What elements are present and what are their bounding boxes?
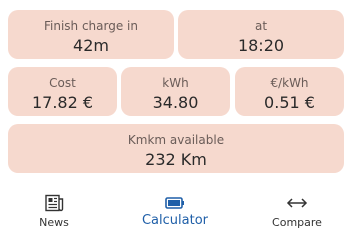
battery-icon [165,197,184,209]
nav-item-news[interactable]: News [14,182,94,240]
finish-time-card: at 18:20 [178,10,344,59]
nav-compare-label: Compare [272,216,322,229]
price-per-kwh-card: €/kWh 0.51 € [235,67,344,116]
finish-time-value: 18:20 [237,36,285,55]
nav-item-calculator[interactable]: Calculator [130,182,220,240]
price-per-kwh-label: €/kWh [270,76,309,90]
price-per-kwh-value: 0.51 € [264,93,315,112]
nav-item-compare[interactable]: Compare [257,182,337,240]
cost-card: Cost 17.82 € [8,67,117,116]
bottom-navigation: News Calculator Compare [0,182,350,240]
cost-label: Cost [49,76,76,90]
finish-charge-label: Finish charge in [43,19,138,33]
finish-charge-card: Finish charge in 42m [8,10,174,59]
km-available-card: Kmkm available 232 Km [8,124,344,173]
finish-time-label: at [254,19,268,33]
km-available-value: 232 Km [145,150,207,169]
nav-calculator-label: Calculator [141,213,208,228]
finish-charge-value: 42m [73,36,109,55]
kwh-value: 34.80 [152,93,199,112]
kwh-label: kWh [162,76,189,90]
cost-value: 17.82 € [31,93,94,112]
km-available-label: Kmkm available [127,133,225,147]
compare-arrows-icon [286,198,308,208]
kwh-card: kWh 34.80 [121,67,230,116]
newspaper-icon [45,194,64,212]
nav-news-label: News [39,216,69,229]
